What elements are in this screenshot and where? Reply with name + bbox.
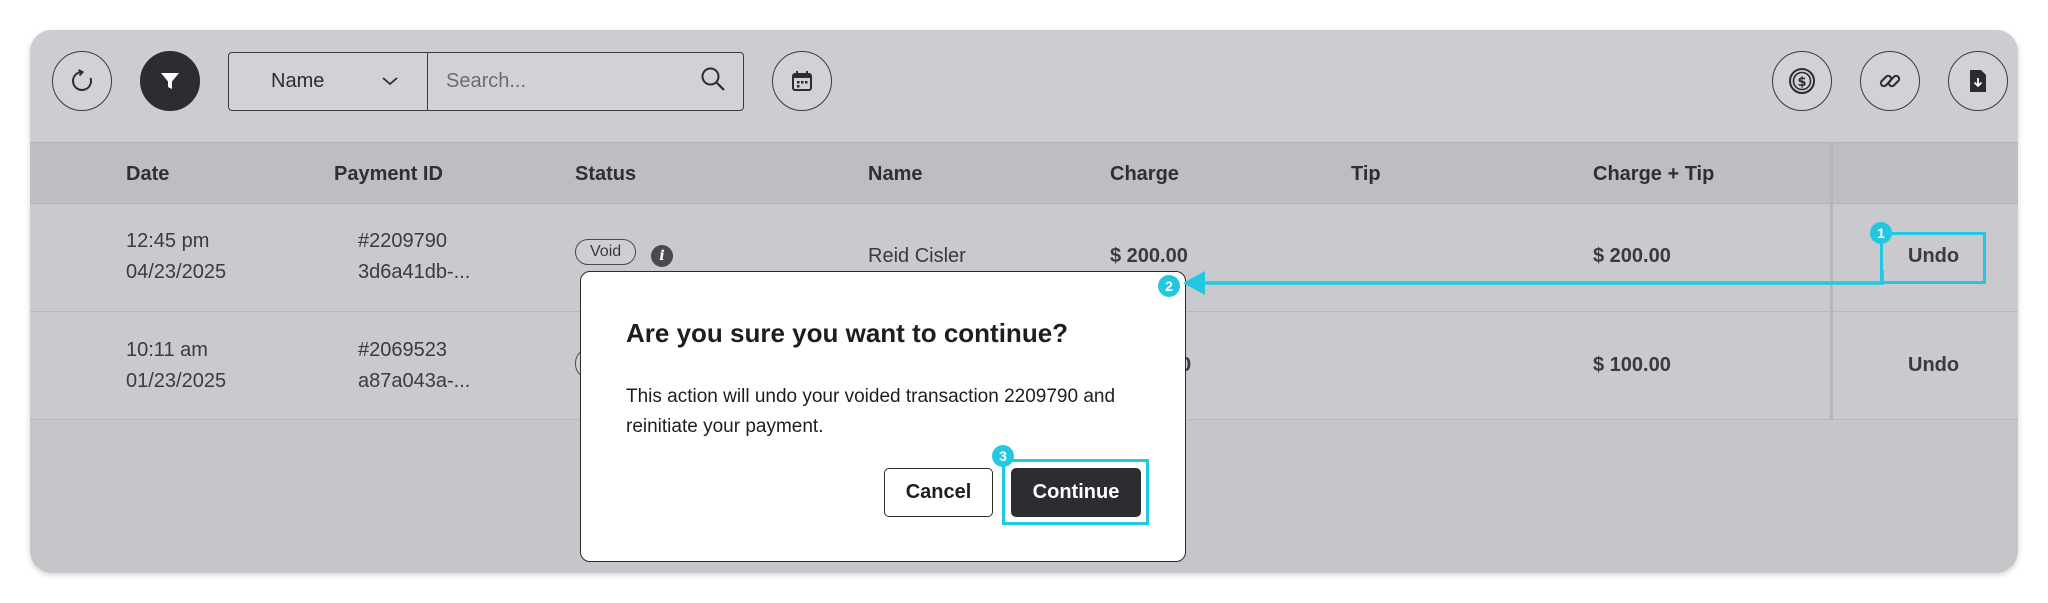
annotation-marker-2: 2	[1158, 275, 1180, 297]
annotation-marker-1: 1	[1870, 222, 1892, 244]
annotation-box-undo	[1880, 232, 1986, 284]
annotation-marker-3: 3	[992, 445, 1014, 467]
annotation-box-continue	[1002, 459, 1149, 525]
